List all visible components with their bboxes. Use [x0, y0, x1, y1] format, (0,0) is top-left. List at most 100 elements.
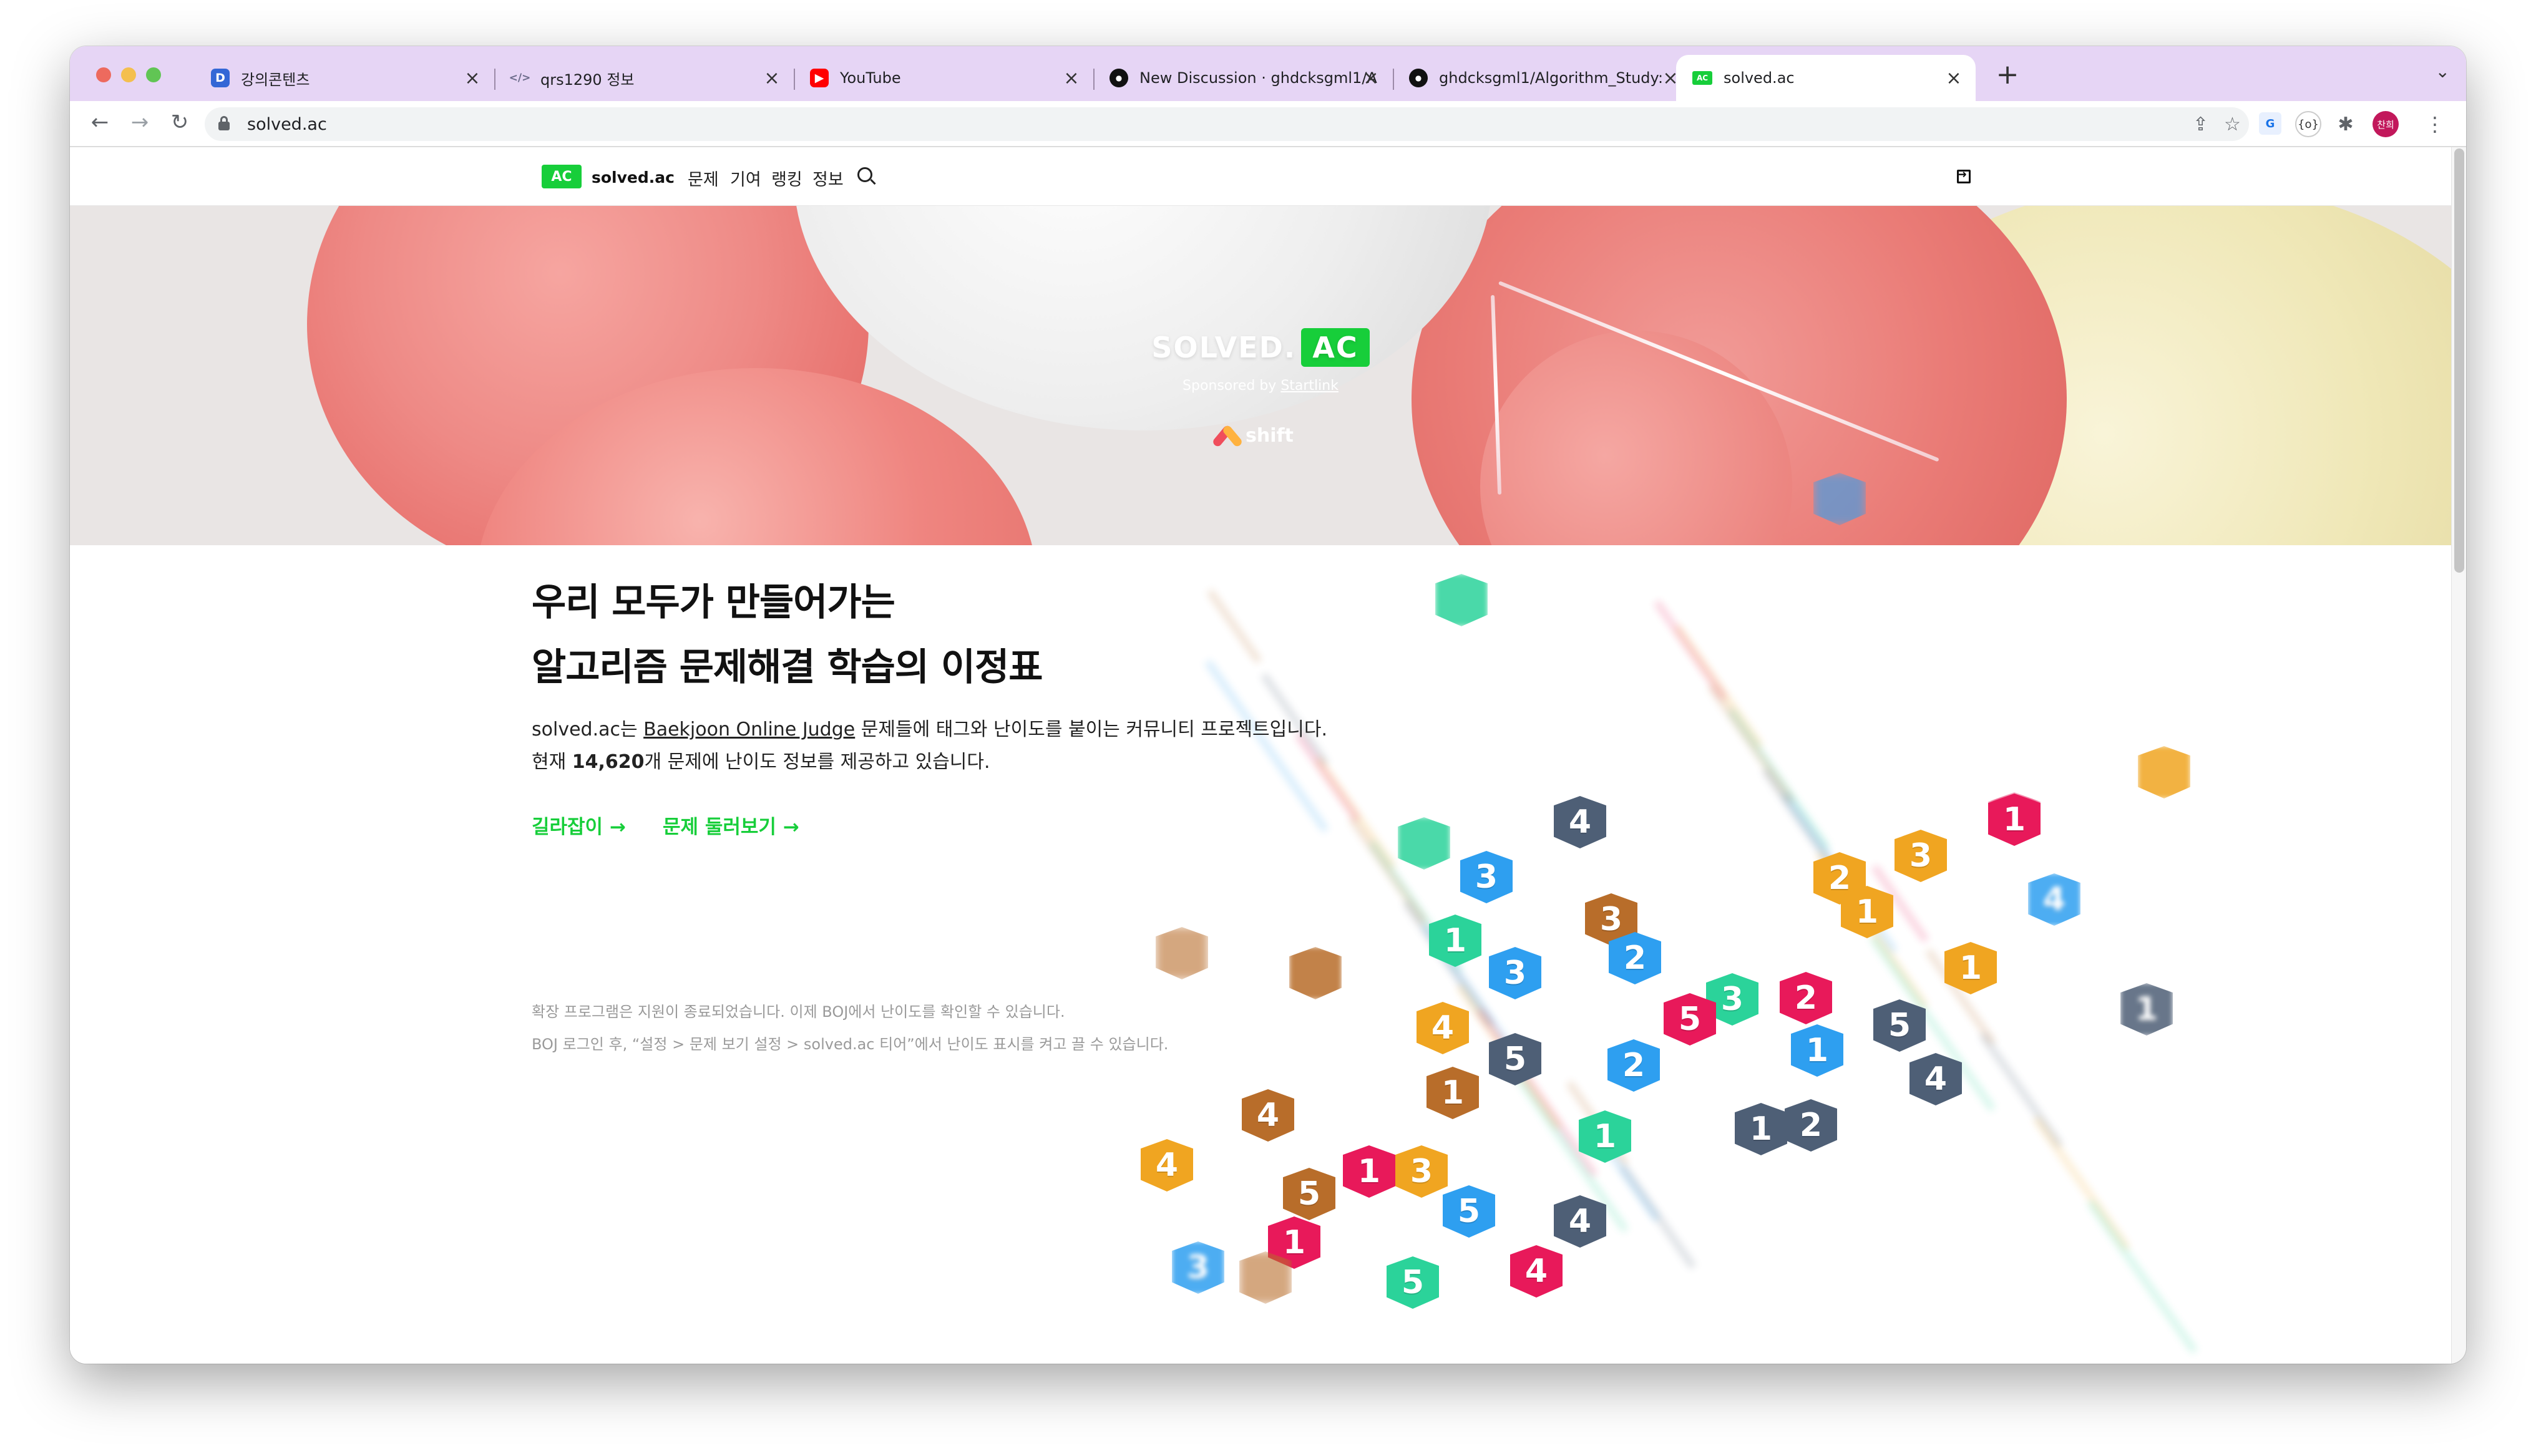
solved-ac-icon: AC [1692, 71, 1712, 85]
gold-tier-badge-icon: 3 [1395, 1145, 1448, 1198]
gold-tier-badge-icon: 4 [1417, 1002, 1469, 1054]
new-tab-button[interactable]: + [1992, 59, 2023, 90]
description: solved.ac는 Baekjoon Online Judge 문제들에 태그… [532, 714, 1327, 779]
ruby-tier-badge-icon: 2 [1780, 972, 1832, 1024]
tab-strip: D 강의콘텐츠 × </> qrs1290 정보 × ▶ YouTube × ● New Discu… [70, 46, 2466, 101]
gold-tier-badge-icon: 3 [1895, 830, 1947, 882]
ruby-tier-badge-icon: 1 [1988, 794, 2041, 846]
github-icon: ● [1110, 69, 1128, 87]
diamond-tier-badge-icon: 2 [1607, 1039, 1660, 1092]
guide-link[interactable]: 길라잡이 → [532, 811, 626, 839]
gold-tier-badge-icon: 1 [1841, 886, 1893, 938]
nav-problems[interactable]: 문제 [688, 166, 719, 190]
light-streak [2032, 1115, 2131, 1252]
silver-tier-badge-icon: 1 [1735, 1103, 1787, 1155]
url-text[interactable]: solved.ac [247, 115, 327, 134]
hero-title-badge: AC [1301, 328, 1370, 367]
share-icon[interactable]: ⇪ [2193, 114, 2208, 135]
tab-6[interactable]: AC solved.ac × [1676, 55, 1976, 101]
sponsor-link[interactable]: Startlink [1280, 378, 1339, 394]
close-tab-icon[interactable]: × [1360, 67, 1382, 89]
search-icon[interactable] [857, 167, 872, 182]
desc-text: solved.ac는 [532, 719, 644, 740]
translate-icon[interactable]: G [2259, 112, 2281, 135]
page-viewport: AC solved.ac 문제 기여 랭킹 정보 SOLVED.AC Spons… [70, 147, 2451, 1364]
light-streak [1707, 683, 1795, 804]
hero-title: SOLVED. AC [70, 328, 2451, 367]
youtube-icon: ▶ [810, 69, 829, 87]
silver-tier-badge-icon: 5 [1873, 999, 1926, 1052]
tab-search-chevron-icon[interactable]: ⌄ [2436, 61, 2450, 82]
headline-line: 알고리즘 문제해결 학습의 이정표 [532, 646, 1043, 689]
extension-note: 확장 프로그램은 지원이 종료되었습니다. 이제 BOJ에서 난이도를 확인할 … [532, 1003, 1065, 1021]
browse-problems-link[interactable]: 문제 둘러보기 → [663, 811, 799, 839]
tab-4[interactable]: ● New Discussion · ghdcksgml1/A × [1093, 55, 1394, 101]
close-tab-icon[interactable]: × [761, 67, 783, 89]
nav-ranking[interactable]: 랭킹 [771, 166, 802, 190]
balloon-image [794, 206, 1493, 430]
silver-tier-badge-icon: 4 [1554, 796, 1606, 848]
avatar[interactable]: 찬희 [2373, 111, 2399, 137]
boj-link[interactable]: Baekjoon Online Judge [643, 719, 855, 740]
address-bar[interactable]: solved.ac ⇪ ☆ [205, 107, 2249, 141]
tab-title: New Discussion · ghdcksgml1/A [1139, 69, 1377, 87]
hero-title-text: SOLVED. [1151, 331, 1297, 364]
page-scrollbar[interactable] [2451, 147, 2466, 1364]
platinum-tier-badge-icon [1398, 817, 1450, 870]
light-streak [2086, 1199, 2198, 1354]
close-window-button[interactable] [96, 67, 111, 82]
bronze-tier-badge-icon: 5 [1283, 1168, 1335, 1220]
nav-contribute[interactable]: 기여 [730, 166, 761, 190]
description-line: solved.ac는 Baekjoon Online Judge 문제들에 태그… [532, 714, 1327, 746]
nav-about[interactable]: 정보 [812, 166, 844, 190]
close-tab-icon[interactable]: × [1061, 67, 1082, 89]
tab-title: solved.ac [1724, 69, 1795, 87]
tab-title: qrs1290 정보 [540, 70, 635, 89]
tab-5[interactable]: ● ghdcksgml1/Algorithm_Study: × [1393, 55, 1692, 101]
more-menu-icon[interactable]: ⋮ [2425, 112, 2445, 136]
close-tab-icon[interactable]: × [1943, 67, 1964, 89]
page-headline: 우리 모두가 만들어가는 알고리즘 문제해결 학습의 이정표 [532, 570, 1043, 700]
shift-logo-icon [1211, 424, 1244, 449]
forward-icon[interactable]: → [126, 110, 154, 135]
document-icon: D [211, 69, 230, 87]
login-icon[interactable] [1956, 167, 1971, 183]
logo-text[interactable]: solved.ac [592, 168, 675, 187]
ruby-tier-badge-icon: 5 [1664, 993, 1716, 1046]
diamond-tier-badge-icon: 3 [1460, 851, 1513, 903]
logo-badge[interactable]: AC [542, 165, 582, 188]
scrollbar-thumb[interactable] [2454, 148, 2464, 573]
tab-3[interactable]: ▶ YouTube × [794, 55, 1095, 101]
diamond-tier-badge-icon: 2 [1609, 932, 1661, 984]
bronze-tier-badge-icon [1289, 947, 1342, 999]
close-tab-icon[interactable]: × [462, 67, 483, 89]
bronze-tier-badge-icon: 4 [1242, 1089, 1294, 1142]
reload-icon[interactable]: ↻ [166, 110, 193, 135]
desc-text: 개 문제에 난이도 정보를 제공하고 있습니다. [644, 751, 990, 773]
puzzle-icon[interactable]: ✱ [2333, 111, 2359, 137]
platinum-tier-badge-icon [1435, 574, 1488, 626]
tab-1[interactable]: D 강의콘텐츠 × [195, 55, 495, 101]
site-header: AC solved.ac 문제 기여 랭킹 정보 [70, 147, 2451, 206]
back-icon[interactable]: ← [86, 110, 114, 135]
partner-logo[interactable]: shift [1211, 424, 1294, 449]
light-streak [1653, 599, 1728, 702]
tab-title: YouTube [840, 69, 901, 87]
diamond-tier-badge-icon: 1 [1791, 1024, 1843, 1077]
extension-note: BOJ 로그인 후, “설정 > 문제 보기 설정 > solved.ac 티어… [532, 1036, 1169, 1053]
zoom-window-button[interactable] [146, 67, 161, 82]
browser-window: D 강의콘텐츠 × </> qrs1290 정보 × ▶ YouTube × ● New Discu… [70, 46, 2466, 1364]
silver-tier-badge-icon: 2 [1785, 1099, 1837, 1152]
tab-2[interactable]: </> qrs1290 정보 × [494, 55, 795, 101]
light-streak [1206, 588, 1263, 664]
platinum-tier-badge-icon: 5 [1387, 1256, 1439, 1309]
bronze-tier-badge-icon [1156, 927, 1208, 979]
silver-tier-badge-icon: 4 [1554, 1195, 1606, 1248]
bookmark-star-icon[interactable]: ☆ [2224, 114, 2241, 135]
problem-count: 14,620 [572, 751, 645, 773]
ruby-tier-badge-icon: 4 [1510, 1245, 1563, 1298]
code-icon: </> [509, 72, 531, 84]
extension-badge-icon[interactable]: {o} [2295, 111, 2321, 137]
problem-count-line: 현재 14,620개 문제에 난이도 정보를 제공하고 있습니다. [532, 746, 1327, 779]
minimize-window-button[interactable] [121, 67, 136, 82]
